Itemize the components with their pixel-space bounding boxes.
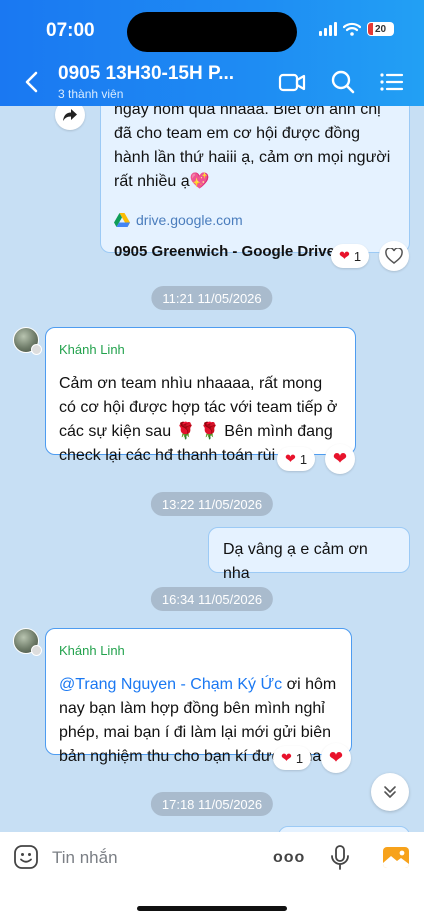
menu-icon[interactable] (377, 68, 407, 96)
heart-icon: ❤ (281, 750, 292, 765)
message-list[interactable]: ngày hôm qua nhaaa. Biết ơn anh chị đã c… (0, 106, 424, 832)
battery-icon: 20 (367, 22, 394, 36)
timestamp-divider: 11:21 11/05/2026 (151, 286, 273, 310)
message-bubble-outgoing[interactable]: Dạ vâng ạ e cảm ơn nha (208, 527, 410, 582)
mention-link[interactable]: @Trang Nguyen - Chạm Ký Ức (59, 676, 282, 693)
add-reaction-button[interactable]: ❤ (325, 444, 355, 474)
message-line: đã cho team em cơ hội được đồng (114, 125, 361, 142)
wifi-icon (343, 22, 361, 36)
home-indicator (137, 906, 287, 911)
message-bubble-incoming[interactable]: Khánh Linh @Trang Nguyen - Chạm Ký Ức ơi… (45, 628, 352, 765)
message-line: các sự kiện sau 🌹 🌹 Bên mình đang (59, 423, 333, 440)
message-text: ơi hôm (282, 676, 337, 693)
video-call-icon[interactable] (277, 68, 307, 96)
google-drive-icon (114, 213, 130, 227)
heart-icon: ❤ (332, 449, 348, 468)
timestamp-divider: 16:34 11/05/2026 (150, 587, 274, 611)
message-line: có cơ hội được hợp tác với team tiếp ở (59, 399, 338, 416)
double-chevron-down-icon (384, 786, 396, 798)
member-count: 3 thành viên (58, 87, 124, 101)
avatar[interactable] (13, 327, 42, 355)
message-line: hành lần thứ haiii ạ, cảm ơn mọi người (114, 149, 391, 166)
heart-outline-icon (385, 248, 403, 264)
link-preview-domain[interactable]: drive.google.com (114, 208, 397, 232)
reaction-count-badge[interactable]: ❤ 1 (277, 447, 316, 471)
sender-name[interactable]: Khánh Linh (59, 639, 339, 663)
message-line: Cảm ơn team nhìu nhaaaa, rất mong (59, 375, 323, 392)
scroll-to-bottom-button[interactable] (371, 773, 409, 811)
search-icon[interactable] (328, 68, 358, 96)
timestamp-divider: 13:22 11/05/2026 (150, 492, 274, 516)
message-text: Dạ vâng ạ e cảm ơn nha (223, 541, 368, 582)
message-bubble-link[interactable]: ngày hôm qua nhaaa. Biết ơn anh chị đã c… (100, 106, 410, 260)
more-options-icon[interactable]: ooo (273, 849, 305, 867)
sender-name[interactable]: Khánh Linh (59, 338, 343, 362)
message-line: nay bạn làm hợp đồng bên mình nghỉ (59, 700, 325, 717)
chat-header: 07:00 20 0905 13H30-15H P... 3 thành viê… (0, 0, 424, 106)
dynamic-island (127, 12, 297, 52)
battery-level: 20 (374, 23, 387, 35)
reaction-count-badge[interactable]: ❤ 1 (273, 746, 312, 770)
message-line: phép, mai bạn í đi làm lại mới gửi biên (59, 724, 331, 741)
heart-icon: ❤ (285, 451, 296, 466)
back-icon[interactable] (20, 68, 44, 96)
heart-icon: ❤ (328, 748, 344, 767)
add-reaction-button[interactable] (379, 241, 409, 271)
avatar[interactable] (13, 628, 42, 656)
microphone-icon[interactable] (329, 844, 351, 872)
reaction-count-badge[interactable]: ❤ 1 (331, 244, 370, 268)
message-line: @Trang Nguyen - Chạm Ký Ức ơi hôm (59, 673, 339, 697)
reaction-count: 1 (299, 451, 308, 467)
message-line: ngày hôm qua nhaaa. Biết ơn anh chị (114, 106, 381, 118)
add-reaction-button[interactable]: ❤ (321, 743, 351, 773)
link-domain-text: drive.google.com (136, 212, 243, 228)
image-gallery-icon[interactable] (382, 844, 410, 870)
message-line: rất nhiều ạ💖 (114, 173, 210, 190)
heart-icon: ❤ (339, 248, 350, 263)
message-input[interactable]: Tin nhắn (52, 848, 118, 868)
message-bubble-incoming[interactable]: Khánh Linh Cảm ơn team nhìu nhaaaa, rất … (45, 327, 356, 464)
emoji-icon[interactable] (13, 844, 39, 870)
timestamp-divider: 17:18 11/05/2026 (150, 792, 274, 816)
chat-title[interactable]: 0905 13H30-15H P... (58, 63, 234, 85)
reaction-count: 1 (295, 750, 304, 766)
share-icon[interactable] (55, 106, 85, 130)
reaction-count: 1 (353, 248, 362, 264)
status-icons: 20 (319, 22, 394, 36)
signal-icon (319, 22, 337, 36)
status-time: 07:00 (46, 20, 95, 41)
